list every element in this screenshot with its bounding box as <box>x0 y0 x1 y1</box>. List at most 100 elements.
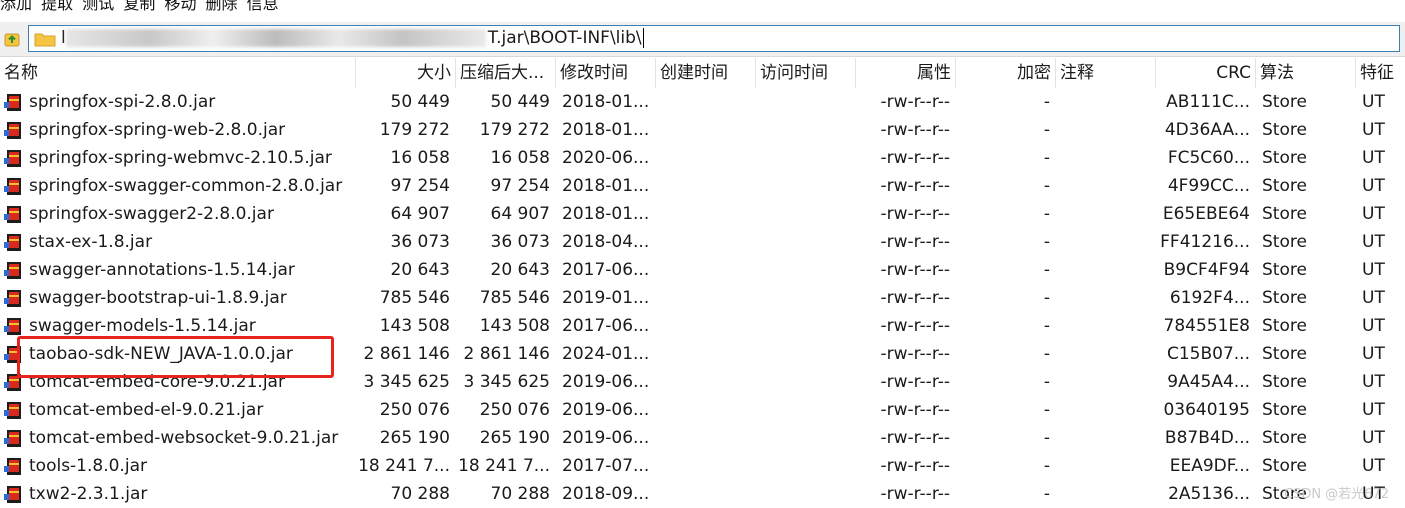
file-attributes: -rw-r--r-- <box>880 484 950 504</box>
jar-file-icon <box>4 262 21 279</box>
header-packed-size[interactable]: 压缩后大... <box>456 58 556 88</box>
jar-file-icon <box>4 122 21 139</box>
file-attributes: -rw-r--r-- <box>880 176 950 196</box>
header-created[interactable]: 创建时间 <box>656 58 756 88</box>
file-packed-size: 265 190 <box>479 428 550 448</box>
address-input[interactable]: l T.jar\BOOT-INF\lib\ <box>28 25 1400 52</box>
jar-file-icon <box>4 94 21 111</box>
file-row[interactable]: springfox-swagger2-2.8.0.jar 64 907 64 9… <box>0 200 1405 228</box>
toolbar-add-button[interactable]: 添加 <box>0 0 32 13</box>
file-row[interactable]: springfox-swagger-common-2.8.0.jar 97 25… <box>0 172 1405 200</box>
file-crc: 4F99CC... <box>1167 176 1250 196</box>
toolbar-delete-button[interactable]: 删除 <box>206 0 238 13</box>
file-size: 36 073 <box>390 232 450 252</box>
file-encrypted: - <box>1043 344 1050 364</box>
header-accessed[interactable]: 访问时间 <box>756 58 856 88</box>
header-modified[interactable]: 修改时间 <box>556 58 656 88</box>
file-encrypted: - <box>1043 176 1050 196</box>
file-encrypted: - <box>1043 232 1050 252</box>
file-packed-size: 785 546 <box>479 288 550 308</box>
header-name[interactable]: 名称 <box>0 58 356 88</box>
file-size: 143 508 <box>379 316 450 336</box>
header-size[interactable]: 大小 <box>356 58 456 88</box>
file-row[interactable]: swagger-bootstrap-ui-1.8.9.jar 785 546 7… <box>0 284 1405 312</box>
watermark: CSDN @若光672 <box>1283 487 1389 502</box>
toolbar-extract-button[interactable]: 提取 <box>41 0 73 13</box>
file-crc: 9A45A4... <box>1167 372 1250 392</box>
file-packed-size: 97 254 <box>490 176 550 196</box>
file-packed-size: 36 073 <box>490 232 550 252</box>
file-characteristics: UT <box>1362 176 1385 196</box>
file-size: 785 546 <box>379 288 450 308</box>
file-size: 50 449 <box>390 92 450 112</box>
file-characteristics: UT <box>1362 372 1385 392</box>
file-encrypted: - <box>1043 260 1050 280</box>
toolbar-copy-button[interactable]: 复制 <box>123 0 155 13</box>
file-packed-size: 18 241 7... <box>458 456 550 476</box>
file-crc: 4D36AA... <box>1164 120 1250 140</box>
file-characteristics: UT <box>1362 428 1385 448</box>
header-encrypted[interactable]: 加密 <box>956 58 1056 88</box>
file-crc: AB111C... <box>1166 92 1250 112</box>
file-encrypted: - <box>1043 316 1050 336</box>
file-name: tools-1.8.0.jar <box>29 456 147 476</box>
file-modified: 2019-01... <box>562 288 650 308</box>
file-packed-size: 250 076 <box>479 400 550 420</box>
file-characteristics: UT <box>1362 344 1385 364</box>
header-characteristics[interactable]: 特征 <box>1356 58 1405 88</box>
file-attributes: -rw-r--r-- <box>880 120 950 140</box>
file-crc: 2A5136... <box>1168 484 1250 504</box>
file-method: Store <box>1262 344 1307 364</box>
file-characteristics: UT <box>1362 456 1385 476</box>
file-crc: B87B4D... <box>1164 428 1250 448</box>
file-method: Store <box>1262 92 1307 112</box>
up-folder-button[interactable] <box>2 30 22 48</box>
file-row[interactable]: tomcat-embed-websocket-9.0.21.jar 265 19… <box>0 424 1405 452</box>
header-method[interactable]: 算法 <box>1256 58 1356 88</box>
file-row[interactable]: springfox-spring-webmvc-2.10.5.jar 16 05… <box>0 144 1405 172</box>
file-name: txw2-2.3.1.jar <box>29 484 148 504</box>
toolbar-info-button[interactable]: 信息 <box>247 0 279 13</box>
toolbar-move-button[interactable]: 移动 <box>164 0 196 13</box>
file-packed-size: 3 345 625 <box>463 372 550 392</box>
toolbar-test-button[interactable]: 测试 <box>82 0 114 13</box>
text-caret <box>642 28 644 48</box>
file-method: Store <box>1262 148 1307 168</box>
file-encrypted: - <box>1043 456 1050 476</box>
file-method: Store <box>1262 120 1307 140</box>
file-attributes: -rw-r--r-- <box>880 344 950 364</box>
file-size: 265 190 <box>379 428 450 448</box>
file-row[interactable]: springfox-spring-web-2.8.0.jar 179 272 1… <box>0 116 1405 144</box>
file-modified: 2020-06... <box>562 148 650 168</box>
header-attributes[interactable]: 属性 <box>856 58 956 88</box>
header-comment[interactable]: 注释 <box>1056 58 1156 88</box>
file-row[interactable]: tomcat-embed-el-9.0.21.jar 250 076 250 0… <box>0 396 1405 424</box>
file-size: 2 861 146 <box>363 344 450 364</box>
file-characteristics: UT <box>1362 120 1385 140</box>
file-attributes: -rw-r--r-- <box>880 260 950 280</box>
file-size: 20 643 <box>390 260 450 280</box>
file-attributes: -rw-r--r-- <box>880 288 950 308</box>
file-name: stax-ex-1.8.jar <box>29 232 153 252</box>
file-row[interactable]: txw2-2.3.1.jar 70 288 70 288 2018-09... … <box>0 480 1405 508</box>
file-modified: 2018-01... <box>562 120 650 140</box>
file-characteristics: UT <box>1362 260 1385 280</box>
file-row[interactable]: springfox-spi-2.8.0.jar 50 449 50 449 20… <box>0 88 1405 116</box>
file-crc: B9CF4F94 <box>1163 260 1250 280</box>
file-modified: 2018-04... <box>562 232 650 252</box>
file-crc: 784551E8 <box>1163 316 1250 336</box>
file-modified: 2018-09... <box>562 484 650 504</box>
file-name: tomcat-embed-el-9.0.21.jar <box>29 400 264 420</box>
file-modified: 2017-06... <box>562 260 650 280</box>
file-row[interactable]: swagger-annotations-1.5.14.jar 20 643 20… <box>0 256 1405 284</box>
jar-file-icon <box>4 290 21 307</box>
header-crc[interactable]: CRC <box>1156 58 1256 88</box>
file-attributes: -rw-r--r-- <box>880 456 950 476</box>
file-characteristics: UT <box>1362 288 1385 308</box>
file-row[interactable]: stax-ex-1.8.jar 36 073 36 073 2018-04...… <box>0 228 1405 256</box>
file-crc: E65EBE64 <box>1162 204 1250 224</box>
file-packed-size: 143 508 <box>479 316 550 336</box>
file-size: 16 058 <box>390 148 450 168</box>
file-row[interactable]: tools-1.8.0.jar 18 241 7... 18 241 7... … <box>0 452 1405 480</box>
file-size: 70 288 <box>390 484 450 504</box>
